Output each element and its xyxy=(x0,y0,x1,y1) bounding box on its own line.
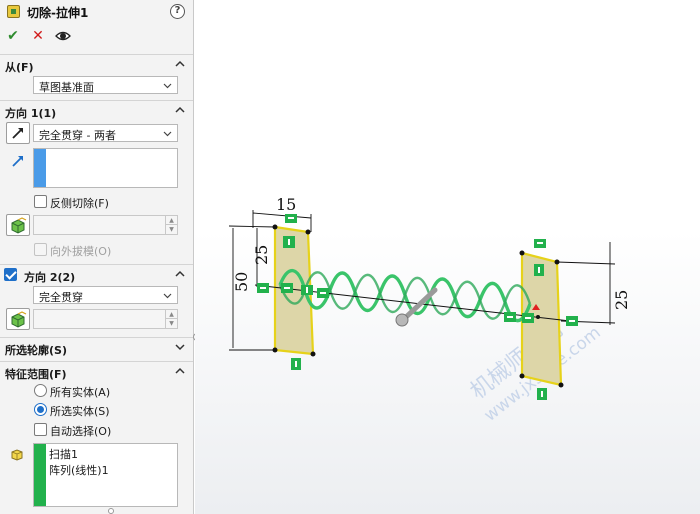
solid-bodies-icon xyxy=(10,448,23,461)
cut-extrude-icon xyxy=(7,5,20,18)
from-group-label: 从(F) xyxy=(5,61,34,74)
selection-color-bar xyxy=(34,149,46,187)
draft-toggle-button-2[interactable] xyxy=(6,308,30,330)
spinner-down-icon[interactable]: ▼ xyxy=(165,319,177,328)
spinner-down-icon[interactable]: ▼ xyxy=(165,225,177,234)
axis-rod-end xyxy=(395,313,409,327)
flip-side-cut-checkbox[interactable] xyxy=(34,195,47,208)
direction1-group-header[interactable]: 方向 1(1) xyxy=(0,100,193,120)
flip-side-cut-label: 反侧切除(F) xyxy=(50,197,109,210)
draft-icon xyxy=(11,311,27,328)
chevron-down-icon xyxy=(163,80,172,89)
graphics-viewport[interactable]: 机械师代网 www.jxsoye.com 15 25 50 xyxy=(195,0,700,514)
dimension-width-left[interactable]: 15 xyxy=(276,195,296,214)
from-combo-value: 草图基准面 xyxy=(39,81,94,94)
help-icon[interactable]: ? xyxy=(170,4,185,19)
feature-scope-group-header[interactable]: 特征范围(F) xyxy=(0,361,193,381)
draft-angle-spinner-2[interactable]: ▲ ▼ xyxy=(33,309,178,329)
draft-icon xyxy=(11,217,27,234)
direction1-end-condition-value: 完全贯穿 - 两者 xyxy=(39,129,116,142)
selected-bodies-label: 所选实体(S) xyxy=(50,405,110,418)
model-scene: 机械师代网 www.jxsoye.com 15 25 50 xyxy=(228,195,631,426)
direction2-end-condition-value: 完全贯穿 xyxy=(39,291,83,304)
chevron-down-icon xyxy=(163,290,172,299)
chevron-up-icon[interactable] xyxy=(174,58,186,70)
direction1-group-label: 方向 1(1) xyxy=(5,107,57,120)
spinner-up-icon[interactable]: ▲ xyxy=(165,310,177,319)
spinner-up-icon[interactable]: ▲ xyxy=(165,216,177,225)
from-group-header[interactable]: 从(F) xyxy=(0,54,193,74)
direction2-end-condition-combo[interactable]: 完全贯穿 xyxy=(33,286,178,304)
ok-button[interactable]: ✔ xyxy=(5,28,21,44)
chevron-up-icon[interactable] xyxy=(174,104,186,116)
direction-arrow-icon xyxy=(11,154,25,168)
chevron-up-icon[interactable] xyxy=(174,365,186,377)
panel-resize-handle[interactable] xyxy=(108,508,114,514)
selection-color-bar xyxy=(34,444,46,506)
chevron-up-icon[interactable] xyxy=(174,268,186,280)
panel-title: 切除-拉伸1 xyxy=(27,6,89,20)
dimension-height-right[interactable]: 25 xyxy=(612,290,631,310)
feature-scope-label: 特征范围(F) xyxy=(5,368,67,381)
selected-contours-label: 所选轮廓(S) xyxy=(5,344,67,357)
all-bodies-radio[interactable] xyxy=(34,384,47,397)
reverse-direction-button[interactable] xyxy=(6,122,30,144)
preview-eye-icon[interactable] xyxy=(55,28,71,44)
from-combo[interactable]: 草图基准面 xyxy=(33,76,178,94)
right-dimensions xyxy=(556,242,616,325)
direction1-selection-box[interactable] xyxy=(33,148,178,188)
draft-outward-checkbox[interactable] xyxy=(34,243,47,256)
direction2-checkbox[interactable] xyxy=(4,268,17,281)
selected-contours-group-header[interactable]: 所选轮廓(S) xyxy=(0,337,193,357)
all-bodies-label: 所有实体(A) xyxy=(50,386,111,399)
draft-angle-spinner[interactable]: ▲ ▼ xyxy=(33,215,178,235)
selected-bodies-radio[interactable] xyxy=(34,403,47,416)
auto-select-label: 自动选择(O) xyxy=(50,425,112,438)
property-manager-panel: 切除-拉伸1 ? ✔ ✕ 从(F) 草图基准面 方向 1(1) 完全贯穿 - 两… xyxy=(0,0,194,514)
direction1-end-condition-combo[interactable]: 完全贯穿 - 两者 xyxy=(33,124,178,142)
auto-select-checkbox[interactable] xyxy=(34,423,47,436)
draft-toggle-button[interactable] xyxy=(6,214,30,236)
list-item[interactable]: 阵列(线性)1 xyxy=(49,462,109,478)
list-item[interactable]: 扫描1 xyxy=(49,446,78,462)
draft-outward-label: 向外拔模(O) xyxy=(50,245,112,258)
action-bar: ✔ ✕ xyxy=(0,26,193,48)
chevron-down-icon[interactable] xyxy=(174,341,186,353)
chevron-down-icon xyxy=(163,128,172,137)
cancel-button[interactable]: ✕ xyxy=(30,28,46,44)
reverse-direction-icon xyxy=(12,128,23,139)
direction2-group-label: 方向 2(2) xyxy=(24,271,76,284)
panel-title-row: 切除-拉伸1 ? xyxy=(0,0,193,24)
dimension-height-left-inner[interactable]: 25 xyxy=(252,245,271,265)
direction2-group-header[interactable]: 方向 2(2) xyxy=(0,264,193,284)
dimension-height-left-outer[interactable]: 50 xyxy=(232,272,251,292)
